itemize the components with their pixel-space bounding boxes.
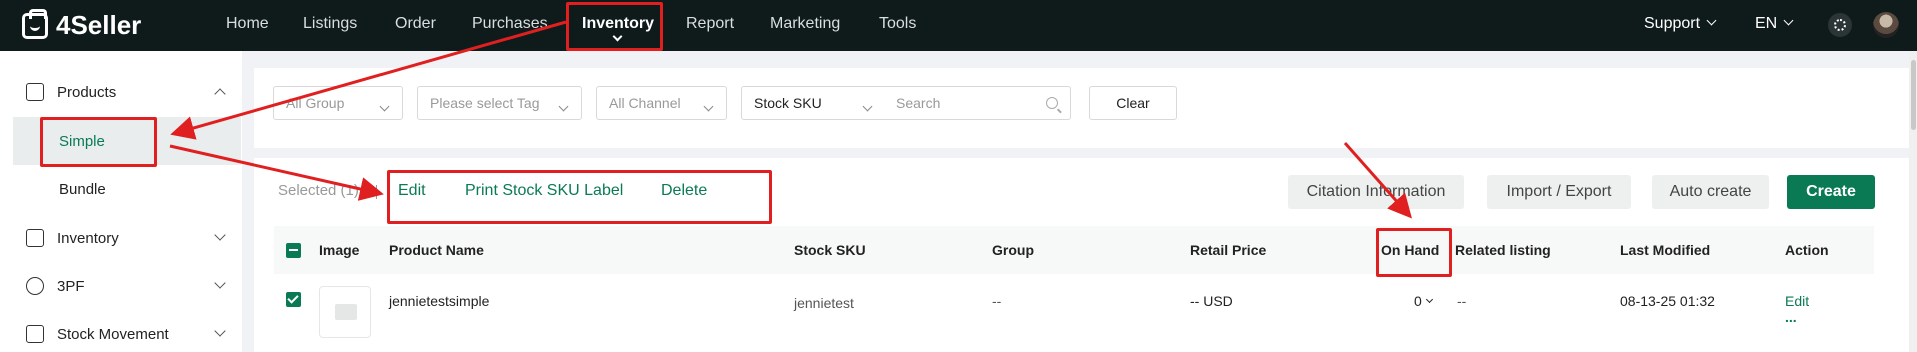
movement-icon <box>26 325 44 343</box>
support-menu[interactable]: Support <box>1644 0 1717 51</box>
chevron-down-icon <box>558 101 569 112</box>
edit-button[interactable]: Edit <box>398 182 426 200</box>
auto-create-button[interactable]: Auto create <box>1652 175 1769 209</box>
chevron-down-icon <box>703 101 714 112</box>
nav-order[interactable]: Order <box>395 0 436 51</box>
chevron-down-icon <box>1783 15 1794 26</box>
language-menu[interactable]: EN <box>1755 0 1794 51</box>
select-all-checkbox[interactable] <box>286 243 301 258</box>
column-product-name[interactable]: Product Name <box>389 226 484 274</box>
page-scrollbar-thumb[interactable] <box>1911 60 1916 130</box>
channel-select[interactable]: All Channel <box>596 86 727 120</box>
column-action: Action <box>1785 242 1829 258</box>
nav-marketing[interactable]: Marketing <box>770 0 840 51</box>
table-header: Image Product Name Stock SKU Group Retai… <box>274 226 1874 274</box>
stock-sku-cell: jennietest <box>794 295 854 311</box>
language-label: EN <box>1755 15 1778 32</box>
chevron-down-icon <box>612 31 623 42</box>
row-checkbox[interactable] <box>286 292 301 307</box>
column-stock-sku[interactable]: Stock SKU <box>794 226 866 274</box>
nav-inventory[interactable]: Inventory <box>582 0 654 51</box>
support-label: Support <box>1644 15 1701 32</box>
product-image-placeholder-icon <box>319 286 371 338</box>
create-button[interactable]: Create <box>1787 175 1875 209</box>
sidebar-item-inventory[interactable]: Inventory <box>0 218 242 258</box>
sidebar: Products Simple Bundle Inventory 3PF Sto… <box>0 51 242 352</box>
column-last-modified[interactable]: Last Modified <box>1620 226 1710 274</box>
sidebar-item-simple[interactable]: Simple <box>13 117 241 165</box>
chevron-up-icon <box>214 88 226 100</box>
nav-listings[interactable]: Listings <box>303 0 357 51</box>
product-list-panel: Selected (1) Edit Print Stock SKU Label … <box>254 158 1917 352</box>
on-hand-value: 0 <box>1414 293 1422 309</box>
table-row: jennietestsimple jennietest -- -- USD 0 … <box>274 275 1874 352</box>
channel-select-value: All Channel <box>609 95 681 111</box>
divider <box>376 185 377 199</box>
retail-price-cell: -- USD <box>1190 293 1233 309</box>
cube-icon <box>26 277 44 295</box>
chevron-down-icon <box>214 277 226 289</box>
group-cell: -- <box>992 293 1002 309</box>
column-image: Image <box>319 242 360 258</box>
column-group: Group <box>992 242 1034 258</box>
chevron-down-icon <box>214 229 226 241</box>
row-edit-link[interactable]: Edit <box>1785 293 1809 309</box>
clear-button[interactable]: Clear <box>1089 86 1177 120</box>
product-name-cell: jennietestsimple <box>389 293 490 309</box>
nav-report[interactable]: Report <box>686 0 734 51</box>
column-on-hand[interactable]: On Hand <box>1381 226 1439 274</box>
citation-information-button[interactable]: Citation Information <box>1288 175 1464 209</box>
sidebar-item-label: Inventory <box>57 229 119 247</box>
group-select[interactable]: All Group <box>273 86 403 120</box>
nav-home[interactable]: Home <box>226 0 269 51</box>
chevron-down-icon <box>1706 15 1717 26</box>
settings-gear-icon[interactable] <box>1828 13 1852 37</box>
search-icon <box>1046 97 1058 109</box>
sidebar-item-label: Stock Movement <box>57 325 169 343</box>
nav-purchases[interactable]: Purchases <box>472 0 548 51</box>
warehouse-icon <box>26 229 44 247</box>
tag-select-placeholder: Please select Tag <box>430 95 540 111</box>
search-field-value: Stock SKU <box>754 95 822 111</box>
avatar[interactable] <box>1873 12 1899 38</box>
search-field-select[interactable]: Stock SKU <box>741 86 886 120</box>
sidebar-item-3pf[interactable]: 3PF <box>0 266 242 306</box>
selected-count: Selected (1) <box>278 182 359 199</box>
last-modified-cell: 08-13-25 01:32 <box>1620 293 1715 309</box>
sidebar-item-label: Bundle <box>59 180 106 198</box>
on-hand-cell[interactable]: 0 <box>1414 293 1433 309</box>
sidebar-item-products[interactable]: Products <box>0 72 242 112</box>
chevron-down-icon <box>379 101 390 112</box>
products-box-icon <box>26 83 44 101</box>
nav-inventory-label: Inventory <box>582 15 655 32</box>
import-export-button[interactable]: Import / Export <box>1487 175 1631 209</box>
tag-select[interactable]: Please select Tag <box>417 86 582 120</box>
sidebar-item-label: Simple <box>59 132 105 150</box>
search-placeholder: Search <box>896 95 941 111</box>
chevron-down-icon <box>214 325 226 337</box>
delete-button[interactable]: Delete <box>661 182 707 200</box>
column-retail-price[interactable]: Retail Price <box>1190 226 1266 274</box>
search-input[interactable]: Search <box>884 86 1071 120</box>
nav-tools[interactable]: Tools <box>879 0 916 51</box>
sidebar-item-label: Products <box>57 83 117 101</box>
sidebar-item-stock-movement[interactable]: Stock Movement <box>0 314 242 352</box>
logo-text: 4Seller <box>56 10 142 40</box>
filter-bar: All Group Please select Tag All Channel … <box>254 68 1917 148</box>
app-logo[interactable]: 4Seller <box>22 8 142 41</box>
related-listing-cell: -- <box>1457 293 1467 309</box>
top-navigation-bar: 4Seller Home Listings Order Purchases In… <box>0 0 1917 51</box>
sidebar-item-label: 3PF <box>57 277 85 295</box>
sidebar-item-bundle[interactable]: Bundle <box>13 165 241 213</box>
chevron-down-icon <box>862 101 873 112</box>
print-stock-sku-label-button[interactable]: Print Stock SKU Label <box>465 182 623 200</box>
column-related-listing: Related listing <box>1455 242 1551 258</box>
logo-bag-icon <box>22 8 48 39</box>
row-more-actions[interactable]: ... <box>1785 309 1797 325</box>
group-select-value: All Group <box>286 95 345 111</box>
chevron-down-icon <box>1425 295 1433 304</box>
